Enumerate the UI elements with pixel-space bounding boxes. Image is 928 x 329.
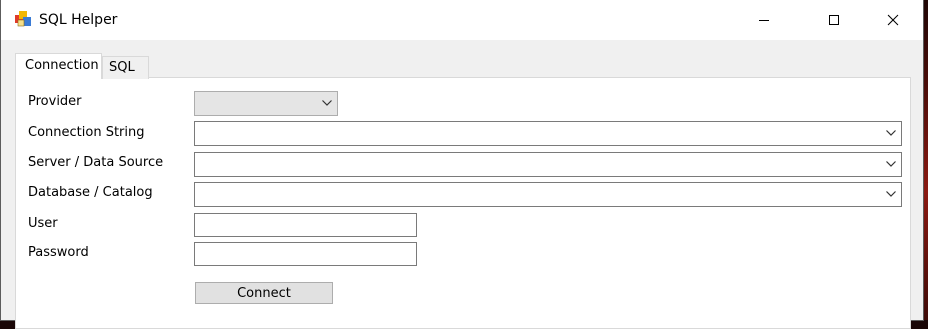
close-button[interactable] — [870, 0, 916, 40]
tab-sql[interactable]: SQL — [102, 56, 149, 79]
chevron-down-icon — [886, 191, 896, 197]
server-combo[interactable] — [194, 152, 902, 177]
database-combo[interactable] — [194, 182, 902, 207]
password-label: Password — [28, 245, 89, 260]
window-title: SQL Helper — [39, 12, 118, 28]
connect-button[interactable]: Connect — [195, 282, 333, 304]
connection-string-combo[interactable] — [194, 121, 902, 146]
user-label: User — [28, 216, 58, 231]
user-input[interactable] — [194, 213, 417, 237]
provider-label: Provider — [28, 94, 82, 109]
connection-string-label: Connection String — [28, 125, 145, 140]
close-icon — [887, 14, 899, 26]
chevron-down-icon — [322, 100, 332, 106]
app-window: SQL Helper Connection SQL Provider Conne… — [1, 0, 923, 329]
app-icon — [15, 11, 31, 27]
maximize-icon — [829, 15, 839, 25]
provider-select[interactable] — [194, 91, 338, 116]
tab-connection[interactable]: Connection — [15, 53, 102, 79]
password-input[interactable] — [194, 242, 417, 266]
chevron-down-icon — [886, 130, 896, 136]
server-label: Server / Data Source — [28, 155, 164, 170]
minimize-icon — [759, 20, 769, 21]
tab-strip: Connection SQL — [15, 53, 915, 79]
chevron-down-icon — [886, 161, 896, 167]
maximize-button[interactable] — [811, 0, 857, 40]
title-bar[interactable]: SQL Helper — [1, 0, 923, 40]
minimize-button[interactable] — [741, 0, 787, 40]
database-label: Database / Catalog — [28, 185, 153, 200]
